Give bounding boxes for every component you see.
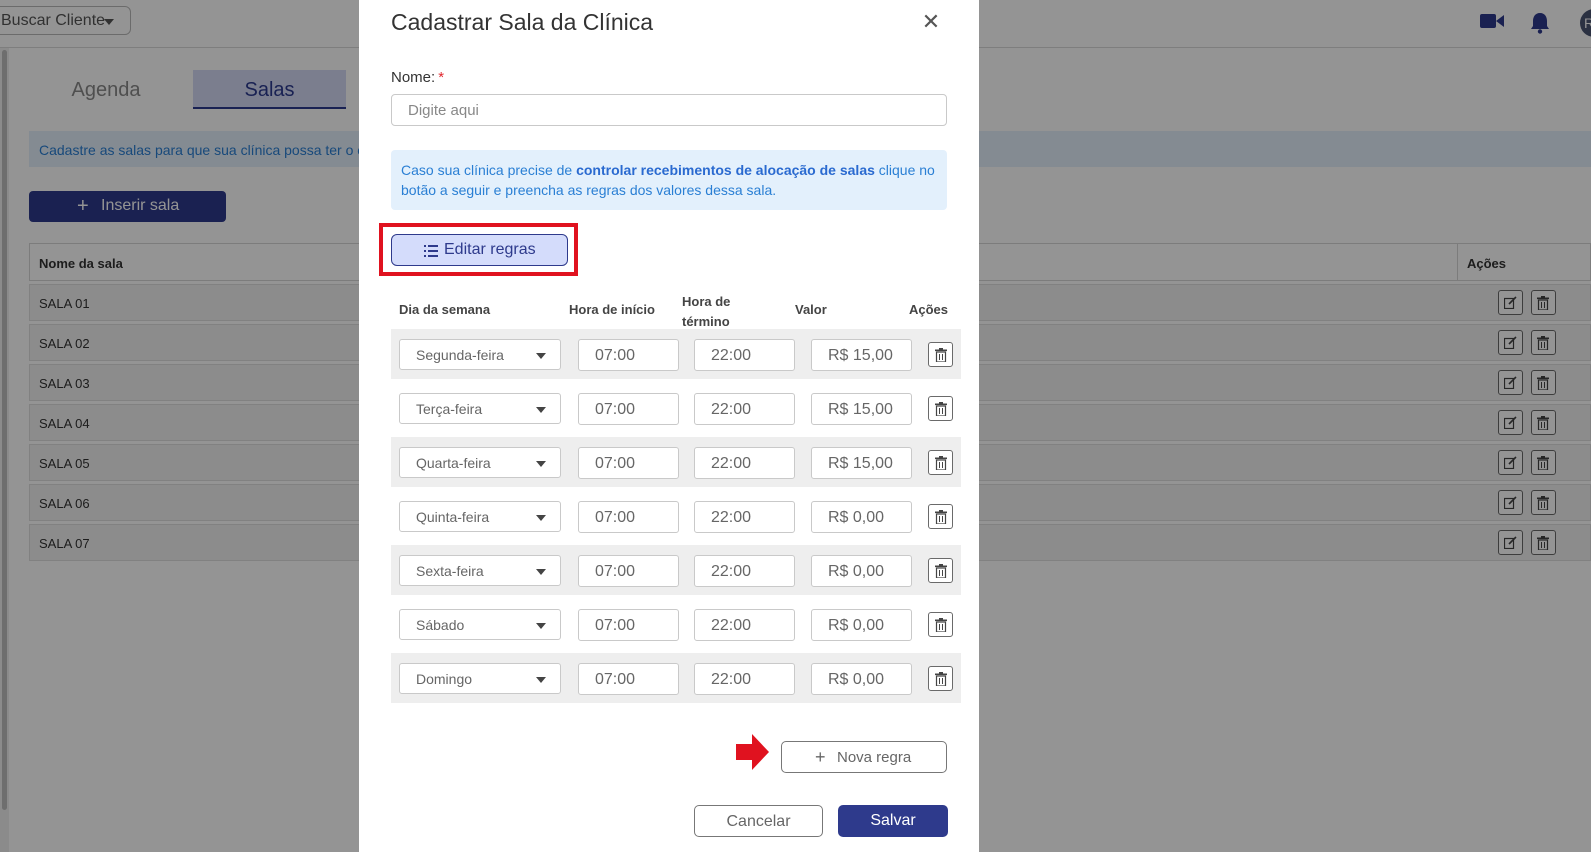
allocation-info-box: Caso sua clínica precise de controlar re… bbox=[391, 150, 947, 210]
weekday-select[interactable]: Domingo bbox=[399, 663, 561, 694]
weekday-select[interactable]: Quinta-feira bbox=[399, 501, 561, 532]
chevron-down-icon bbox=[536, 515, 546, 521]
trash-icon[interactable] bbox=[928, 558, 953, 583]
start-time-field[interactable]: 07:00 bbox=[578, 663, 679, 695]
save-button[interactable]: Salvar bbox=[838, 805, 948, 837]
close-icon[interactable]: ✕ bbox=[921, 11, 941, 33]
end-time-field[interactable]: 22:00 bbox=[694, 501, 795, 533]
trash-icon[interactable] bbox=[928, 666, 953, 691]
value-field[interactable]: R$ 0,00 bbox=[811, 555, 912, 587]
trash-icon[interactable] bbox=[928, 450, 953, 475]
header-value: Valor bbox=[795, 302, 827, 317]
weekday-value: Domingo bbox=[416, 671, 473, 687]
info-text-bold: controlar recebimentos de alocação de sa… bbox=[576, 162, 875, 178]
chevron-down-icon bbox=[536, 407, 546, 413]
header-actions: Ações bbox=[909, 302, 949, 317]
chevron-down-icon bbox=[536, 623, 546, 629]
trash-icon[interactable] bbox=[928, 396, 953, 421]
value-field[interactable]: R$ 15,00 bbox=[811, 339, 912, 371]
rule-row: Sábado 07:00 22:00 R$ 0,00 bbox=[391, 599, 961, 649]
info-text-start: Caso sua clínica precise de bbox=[401, 162, 577, 178]
start-time-field[interactable]: 07:00 bbox=[578, 393, 679, 425]
end-time-field[interactable]: 22:00 bbox=[694, 555, 795, 587]
trash-icon[interactable] bbox=[928, 612, 953, 637]
value-field[interactable]: R$ 15,00 bbox=[811, 447, 912, 479]
rule-row: Segunda-feira 07:00 22:00 R$ 15,00 bbox=[391, 329, 961, 379]
header-end-time: Hora de término bbox=[682, 294, 731, 329]
end-time-field[interactable]: 22:00 bbox=[694, 609, 795, 641]
register-room-modal: Cadastrar Sala da Clínica ✕ Nome:* Caso … bbox=[359, 0, 979, 852]
value-field[interactable]: R$ 0,00 bbox=[811, 609, 912, 641]
value-field[interactable]: R$ 15,00 bbox=[811, 393, 912, 425]
weekday-value: Sexta-feira bbox=[416, 563, 484, 579]
weekday-select[interactable]: Quarta-feira bbox=[399, 447, 561, 478]
room-name-input[interactable] bbox=[391, 94, 947, 126]
weekday-select[interactable]: Terça-feira bbox=[399, 393, 561, 424]
rule-row: Quarta-feira 07:00 22:00 R$ 15,00 bbox=[391, 437, 961, 487]
list-icon bbox=[424, 244, 438, 262]
start-time-field[interactable]: 07:00 bbox=[578, 447, 679, 479]
chevron-down-icon bbox=[536, 569, 546, 575]
name-field-label: Nome: * bbox=[391, 69, 444, 86]
end-time-field[interactable]: 22:00 bbox=[694, 339, 795, 371]
end-time-field[interactable]: 22:00 bbox=[694, 447, 795, 479]
weekday-value: Segunda-feira bbox=[416, 347, 504, 363]
trash-icon[interactable] bbox=[928, 504, 953, 529]
end-time-field[interactable]: 22:00 bbox=[694, 663, 795, 695]
new-rule-label: Nova regra bbox=[837, 749, 912, 766]
header-start-time: Hora de início bbox=[569, 302, 655, 317]
start-time-field[interactable]: 07:00 bbox=[578, 555, 679, 587]
start-time-field[interactable]: 07:00 bbox=[578, 501, 679, 533]
chevron-down-icon bbox=[536, 677, 546, 683]
chevron-down-icon bbox=[536, 353, 546, 359]
value-field[interactable]: R$ 0,00 bbox=[811, 501, 912, 533]
header-day: Dia da semana bbox=[399, 302, 491, 317]
weekday-value: Sábado bbox=[416, 617, 465, 633]
weekday-select[interactable]: Sábado bbox=[399, 609, 561, 640]
required-marker: * bbox=[438, 69, 445, 86]
modal-title: Cadastrar Sala da Clínica bbox=[391, 9, 654, 35]
weekday-value: Terça-feira bbox=[416, 401, 483, 417]
rule-row: Sexta-feira 07:00 22:00 R$ 0,00 bbox=[391, 545, 961, 595]
chevron-down-icon bbox=[536, 461, 546, 467]
start-time-field[interactable]: 07:00 bbox=[578, 339, 679, 371]
value-field[interactable]: R$ 0,00 bbox=[811, 663, 912, 695]
rule-row: Terça-feira 07:00 22:00 R$ 15,00 bbox=[391, 383, 961, 433]
name-label-text: Nome: bbox=[391, 69, 436, 86]
red-arrow-annotation bbox=[736, 733, 770, 776]
weekday-select[interactable]: Segunda-feira bbox=[399, 339, 561, 370]
weekday-select[interactable]: Sexta-feira bbox=[399, 555, 561, 586]
rule-row: Domingo 07:00 22:00 R$ 0,00 bbox=[391, 653, 961, 703]
rule-row: Quinta-feira 07:00 22:00 R$ 0,00 bbox=[391, 491, 961, 541]
weekday-value: Quinta-feira bbox=[416, 509, 490, 525]
edit-rules-label: Editar regras bbox=[444, 241, 536, 258]
cancel-button[interactable]: Cancelar bbox=[694, 805, 823, 837]
plus-icon: + bbox=[815, 747, 826, 767]
end-time-field[interactable]: 22:00 bbox=[694, 393, 795, 425]
trash-icon[interactable] bbox=[928, 342, 953, 367]
edit-rules-button[interactable]: Editar regras bbox=[391, 234, 568, 266]
weekday-value: Quarta-feira bbox=[416, 455, 491, 471]
start-time-field[interactable]: 07:00 bbox=[578, 609, 679, 641]
new-rule-button[interactable]: + Nova regra bbox=[781, 741, 947, 773]
